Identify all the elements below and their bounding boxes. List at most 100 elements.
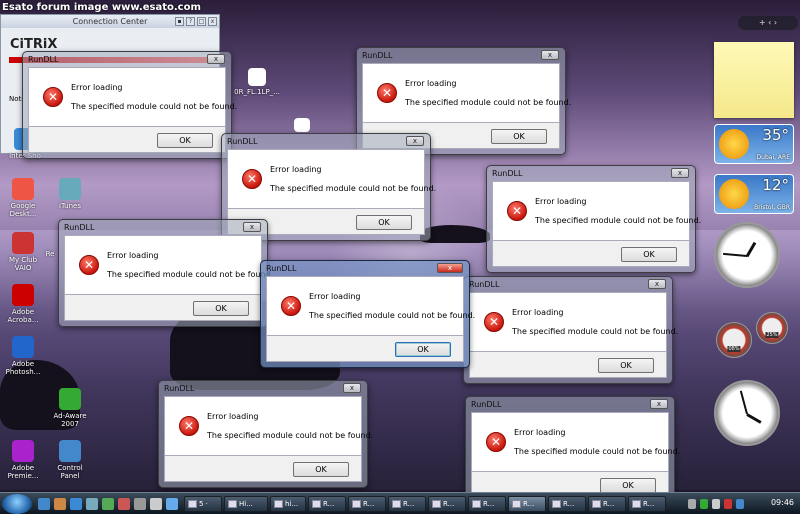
dialog-message: The specified module could not be found. [405,98,572,107]
dialog-heading: Error loading [535,197,587,206]
sun-icon [719,179,749,209]
watermark-text: Esato forum image www.esato.com [2,2,201,13]
cpu-meter-gadget[interactable]: 08% [716,322,752,358]
taskbar-item[interactable]: R... [428,496,466,512]
quicklaunch-icon[interactable] [150,498,162,510]
quicklaunch-icon[interactable] [86,498,98,510]
dialog-heading: Error loading [270,165,322,174]
tray-icon[interactable] [736,499,744,509]
dialog-message: The specified module could not be found. [270,184,437,193]
ok-button[interactable]: OK [395,342,451,357]
volume-icon[interactable] [712,499,720,509]
desktop-icon-file-2[interactable] [292,118,312,134]
quicklaunch-icon[interactable] [166,498,178,510]
rundll-dialog[interactable]: RunDLL x ✕ Error loading The specified m… [463,276,678,384]
cpu-meter-value: 08% [727,346,741,352]
error-icon: ✕ [79,255,99,275]
close-icon[interactable]: x [208,17,217,26]
taskbar-item[interactable]: R... [628,496,666,512]
close-button[interactable]: x [406,136,424,146]
taskbar-item-active[interactable]: R... [508,496,546,512]
maximize-icon[interactable]: □ [197,17,206,26]
tray-icon[interactable] [688,499,696,509]
close-button[interactable]: x [541,50,559,60]
ok-button[interactable]: OK [600,478,656,493]
dialog-footer: OK [266,336,464,362]
ok-button[interactable]: OK [621,247,677,262]
dialog-footer: OK [492,241,690,267]
dialog-body: ✕ Error loading The specified module cou… [469,292,678,352]
taskbar-item[interactable]: R... [588,496,626,512]
clock-gadget-2[interactable] [714,380,780,446]
ok-button[interactable]: OK [157,133,213,148]
window-icon [352,500,361,508]
dialog-title: RunDLL [64,223,95,232]
close-button[interactable]: x [343,383,361,393]
ok-button[interactable]: OK [491,129,547,144]
weather-gadget-dubai[interactable]: 35° Dubai, ARE [714,124,794,164]
desktop-icon-google-desktop[interactable]: Google Deskt... [0,178,46,218]
help-icon[interactable]: ? [186,17,195,26]
show-desktop-icon[interactable] [38,498,50,510]
taskbar-item[interactable]: R... [548,496,586,512]
memory-meter-gadget[interactable]: 25% [756,312,788,344]
error-icon: ✕ [507,201,527,221]
desktop-icon-adobe-acrobat[interactable]: Adobe Acroba... [0,284,46,324]
dialog-title: RunDLL [469,280,500,289]
taskbar-item[interactable]: hi... [270,496,306,512]
dialog-message: The specified module could not be found. [107,270,274,279]
quicklaunch-icon[interactable] [102,498,114,510]
desktop-icon-adobe-premiere[interactable]: Adobe Premie... [0,440,46,480]
ok-button[interactable]: OK [293,462,349,477]
weather-location: Dubai, ARE [756,154,790,161]
desktop-icon-ad-aware[interactable]: Ad-Aware 2007 [47,388,93,428]
dialog-body: ✕ Error loading The specified module cou… [64,235,273,295]
quicklaunch-icon[interactable] [54,498,66,510]
close-button[interactable]: x [648,279,666,289]
taskbar-item[interactable]: R... [308,496,346,512]
taskbar-item[interactable]: R... [348,496,386,512]
clock-gadget[interactable] [714,222,780,288]
ok-button[interactable]: OK [356,215,412,230]
ok-button[interactable]: OK [193,301,249,316]
desktop-icon-photoshop[interactable]: Adobe Photosh... [0,336,46,376]
taskbar-item[interactable]: R... [468,496,506,512]
error-icon: ✕ [179,416,199,436]
dialog-title: RunDLL [28,55,59,64]
taskbar-item[interactable]: 5 · [184,496,222,512]
dialog-message: The specified module could not be found. [309,311,476,320]
desktop-icon-recycle[interactable]: Re [40,250,60,258]
taskbar-item[interactable]: R... [388,496,426,512]
start-button[interactable] [2,494,32,514]
error-icon: ✕ [43,87,63,107]
desktop-icon-file[interactable]: 0R_FL.1LP_... [234,68,280,96]
close-button[interactable]: x [650,399,668,409]
quicklaunch-icon[interactable] [134,498,146,510]
rundll-dialog[interactable]: RunDLL x ✕ Error loading The specified m… [22,51,237,159]
window-icon [392,500,401,508]
dialog-heading: Error loading [514,428,566,437]
notes-gadget[interactable] [714,42,794,118]
quicklaunch-icon[interactable] [118,498,130,510]
rundll-dialog[interactable]: RunDLL x ✕ Error loading The specified m… [158,380,373,488]
ie-icon[interactable] [70,498,82,510]
weather-gadget-bristol[interactable]: 12° Bristol, GBR [714,174,794,214]
network-icon[interactable] [700,499,708,509]
connection-center-titlebar[interactable]: Connection Center ▪ ? □ x [1,15,219,28]
desktop-icon-control-panel[interactable]: Control Panel [47,440,93,480]
taskbar-item[interactable]: Hi... [224,496,268,512]
close-button[interactable]: x [437,263,463,273]
close-button[interactable]: x [243,222,261,232]
close-button[interactable]: x [671,168,689,178]
system-clock[interactable]: 09:46 [771,498,794,507]
ok-button[interactable]: OK [598,358,654,373]
sidebar-controls[interactable]: + ‹ › [738,16,798,30]
rundll-dialog[interactable]: RunDLL x ✕ Error loading The specified m… [486,165,701,273]
weather-temp: 35° [762,126,789,144]
close-button[interactable]: x [207,54,225,64]
rundll-dialog[interactable]: RunDLL x ✕ Error loading The specified m… [58,219,273,327]
rundll-dialog-active[interactable]: RunDLL x ✕ Error loading The specified m… [260,260,475,368]
tray-icon[interactable] [724,499,732,509]
rundll-dialog[interactable]: RunDLL x ✕ Error loading The specified m… [465,396,680,504]
desktop-icon-itunes[interactable]: iTunes [47,178,93,210]
